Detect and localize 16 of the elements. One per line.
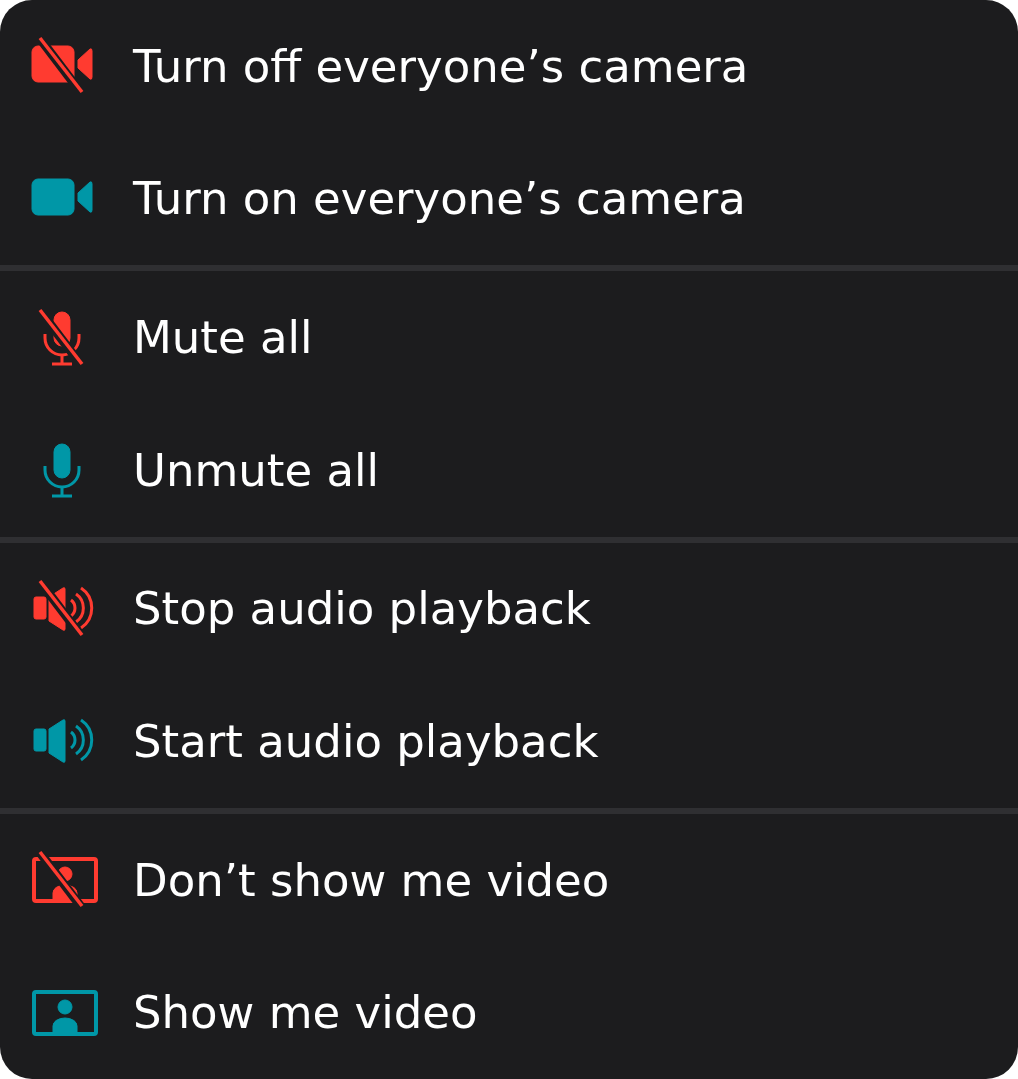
menu-item[interactable]: Start audio playback [0, 675, 1018, 808]
menu-item-label: Turn on everyone’s camera [133, 172, 746, 226]
menu-item[interactable]: Turn off everyone’s camera [0, 0, 1018, 133]
menu-item[interactable]: Turn on everyone’s camera [0, 132, 1018, 266]
menu-item-label: Turn off everyone’s camera [133, 39, 749, 93]
menu-item-label: Stop audio playback [133, 582, 591, 636]
menu-item-label: Mute all [133, 311, 313, 365]
menu-item-label: Show me video [133, 986, 478, 1040]
menu-item[interactable]: Mute all [0, 271, 1018, 404]
menu-item[interactable]: Unmute all [0, 403, 1018, 537]
menu-item[interactable]: Stop audio playback [0, 542, 1018, 676]
menu-item[interactable]: Show me video [0, 946, 1018, 1079]
menu-item-label: Unmute all [133, 443, 380, 497]
menu-item[interactable]: Don’t show me video [0, 813, 1018, 947]
menu-item-label: Start audio playback [133, 714, 599, 768]
menu-item-label: Don’t show me video [133, 853, 610, 907]
